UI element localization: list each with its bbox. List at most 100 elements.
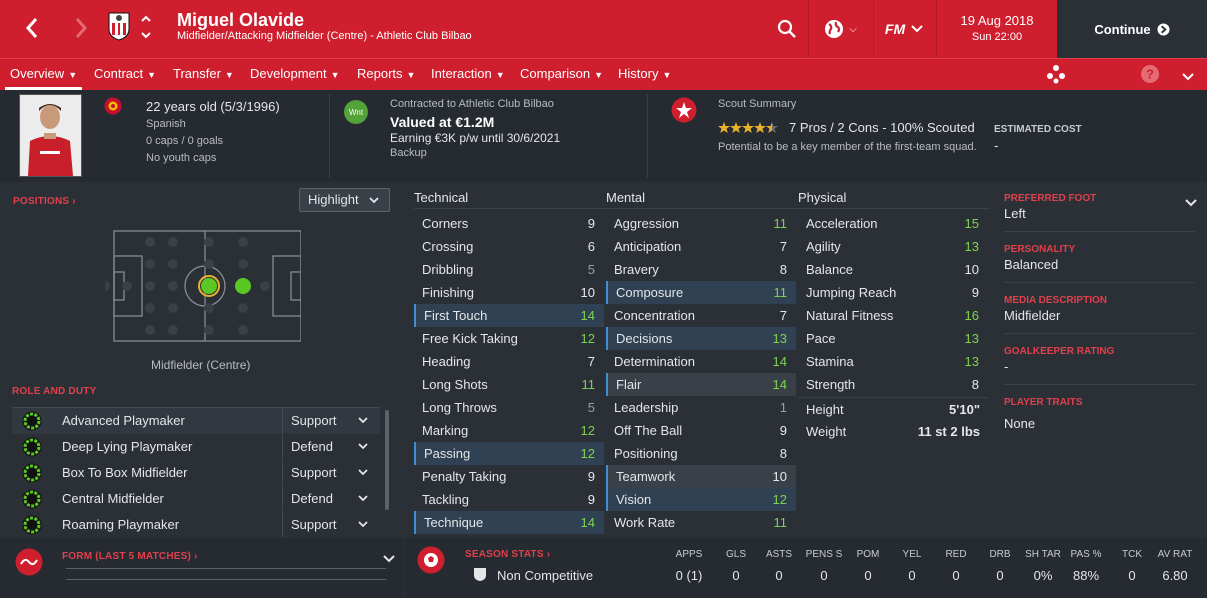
tabs-more-chevron-icon[interactable] [1182, 68, 1194, 86]
role-row[interactable]: Advanced Playmaker Support [12, 408, 380, 434]
attribute-row[interactable]: Pace 13 [798, 327, 988, 350]
role-row[interactable]: Box To Box Midfielder Support [12, 460, 380, 486]
attribute-row[interactable]: Penalty Taking 9 [414, 465, 604, 488]
role-duty-header: ROLE AND DUTY [12, 386, 97, 397]
player-subtitle[interactable]: Midfielder/Attacking Midfielder (Centre)… [177, 30, 472, 42]
duty-dropdown[interactable]: Defend [282, 434, 380, 459]
duty-dropdown[interactable]: Support [282, 512, 380, 537]
attribute-row[interactable]: Determination 14 [606, 350, 796, 373]
attribute-row[interactable]: Concentration 7 [606, 304, 796, 327]
fm-menu-button[interactable]: FM [878, 0, 930, 58]
back-arrow-icon[interactable] [17, 12, 47, 44]
attribute-value: 12 [580, 423, 595, 438]
attribute-row[interactable]: Off The Ball 9 [606, 419, 796, 442]
attribute-row[interactable]: Teamwork 10 [606, 465, 796, 488]
tab-history[interactable]: History ▼ [613, 59, 676, 90]
tab-comparison[interactable]: Comparison ▼ [515, 59, 608, 90]
forward-arrow-icon[interactable] [66, 12, 96, 44]
attribute-row[interactable]: Corners 9 [414, 212, 604, 235]
attribute-row[interactable]: Technique 14 [414, 511, 604, 534]
attribute-row[interactable]: Long Throws 5 [414, 396, 604, 419]
attribute-row[interactable]: Passing 12 [414, 442, 604, 465]
game-date[interactable]: 19 Aug 2018 Sun 22:00 [938, 0, 1056, 58]
attribute-row[interactable]: Stamina 13 [798, 350, 988, 373]
attribute-row[interactable]: Acceleration 15 [798, 212, 988, 235]
stat-column-header[interactable]: ASTS [759, 549, 799, 560]
duty-dropdown[interactable]: Support [282, 460, 380, 485]
stat-column-header[interactable]: RED [936, 549, 976, 560]
player-switch-icon[interactable] [138, 12, 154, 42]
height-value: 5'10" [949, 402, 980, 417]
attribute-name: Concentration [614, 308, 695, 323]
attribute-row[interactable]: Heading 7 [414, 350, 604, 373]
stat-column-header[interactable]: DRB [980, 549, 1020, 560]
stat-column-header[interactable]: SH TAR [1023, 549, 1063, 560]
media-description-label: MEDIA DESCRIPTION [1004, 295, 1107, 306]
attribute-row[interactable]: Long Shots 11 [414, 373, 604, 396]
attribute-row[interactable]: Leadership 1 [606, 396, 796, 419]
attribute-value: 10 [772, 469, 787, 484]
attribute-row[interactable]: Work Rate 11 [606, 511, 796, 534]
attribute-row[interactable]: Flair 14 [606, 373, 796, 396]
stat-value: 88% [1072, 568, 1100, 583]
role-row[interactable]: Central Midfielder Defend [12, 486, 380, 512]
tab-reports[interactable]: Reports ▼ [352, 59, 420, 90]
stat-column-header[interactable]: PENS S [804, 549, 844, 560]
attribute-row[interactable]: Balance 10 [798, 258, 988, 281]
stat-column-header[interactable]: YEL [892, 549, 932, 560]
duty-dropdown[interactable]: Defend [282, 486, 380, 511]
attribute-row[interactable]: Vision 12 [606, 488, 796, 511]
stat-column-header[interactable]: GLS [716, 549, 756, 560]
season-stats-header[interactable]: SEASON STATS › [465, 549, 550, 560]
tab-development[interactable]: Development ▼ [245, 59, 345, 90]
search-icon[interactable] [770, 0, 804, 58]
attribute-row[interactable]: Marking 12 [414, 419, 604, 442]
stat-column-header[interactable]: PAS % [1066, 549, 1106, 560]
attribute-value: 8 [779, 446, 787, 461]
attribute-row[interactable]: Jumping Reach 9 [798, 281, 988, 304]
attribute-row[interactable]: Strength 8 [798, 373, 988, 396]
attribute-row[interactable]: Positioning 8 [606, 442, 796, 465]
player-traits-label: PLAYER TRAITS [1004, 397, 1083, 408]
scout-title[interactable]: Scout Summary [718, 98, 796, 110]
stat-column-header[interactable]: POM [848, 549, 888, 560]
tab-interaction[interactable]: Interaction ▼ [426, 59, 510, 90]
stat-value: 6.80 [1162, 568, 1188, 583]
highlight-dropdown[interactable]: Highlight [299, 188, 390, 212]
competition-shield-icon [473, 567, 487, 587]
form-header[interactable]: FORM (LAST 5 MATCHES) › [62, 551, 198, 562]
tab-contract[interactable]: Contract ▼ [89, 59, 161, 90]
continue-button[interactable]: Continue [1057, 0, 1207, 58]
role-row[interactable]: Deep Lying Playmaker Defend [12, 434, 380, 460]
attribute-row[interactable]: Agility 13 [798, 235, 988, 258]
people-network-icon[interactable] [1046, 64, 1066, 89]
attribute-row[interactable]: Anticipation 7 [606, 235, 796, 258]
stat-column-header[interactable]: TCK [1112, 549, 1152, 560]
attribute-row[interactable]: Finishing 10 [414, 281, 604, 304]
attribute-row[interactable]: Decisions 13 [606, 327, 796, 350]
attribute-row[interactable]: Natural Fitness 16 [798, 304, 988, 327]
attribute-value: 10 [964, 262, 979, 277]
attribute-row[interactable]: Crossing 6 [414, 235, 604, 258]
stat-column-header[interactable]: AV RAT [1155, 549, 1195, 560]
positions-header[interactable]: POSITIONS › [13, 196, 76, 207]
attribute-name: Stamina [806, 354, 854, 369]
player-youth-caps: No youth caps [146, 152, 217, 164]
form-collapse-chevron-icon[interactable] [383, 550, 395, 568]
attribute-row[interactable]: Aggression 11 [606, 212, 796, 235]
panel-collapse-chevron-icon[interactable] [1185, 194, 1197, 212]
attribute-row[interactable]: Composure 11 [606, 281, 796, 304]
tab-overview[interactable]: Overview ▼ [5, 59, 83, 90]
attribute-row[interactable]: Tackling 9 [414, 488, 604, 511]
tab-transfer[interactable]: Transfer ▼ [168, 59, 239, 90]
role-row[interactable]: Roaming Playmaker Support [12, 512, 380, 538]
help-icon[interactable]: ? [1140, 64, 1160, 89]
attribute-row[interactable]: Free Kick Taking 12 [414, 327, 604, 350]
attribute-row[interactable]: Bravery 8 [606, 258, 796, 281]
world-globe-icon[interactable]: ⌵ [815, 0, 865, 58]
duty-dropdown[interactable]: Support [282, 408, 380, 433]
stat-column-header[interactable]: APPS [669, 549, 709, 560]
attribute-row[interactable]: First Touch 14 [414, 304, 604, 327]
attribute-row[interactable]: Dribbling 5 [414, 258, 604, 281]
roles-scrollbar[interactable] [385, 410, 389, 510]
